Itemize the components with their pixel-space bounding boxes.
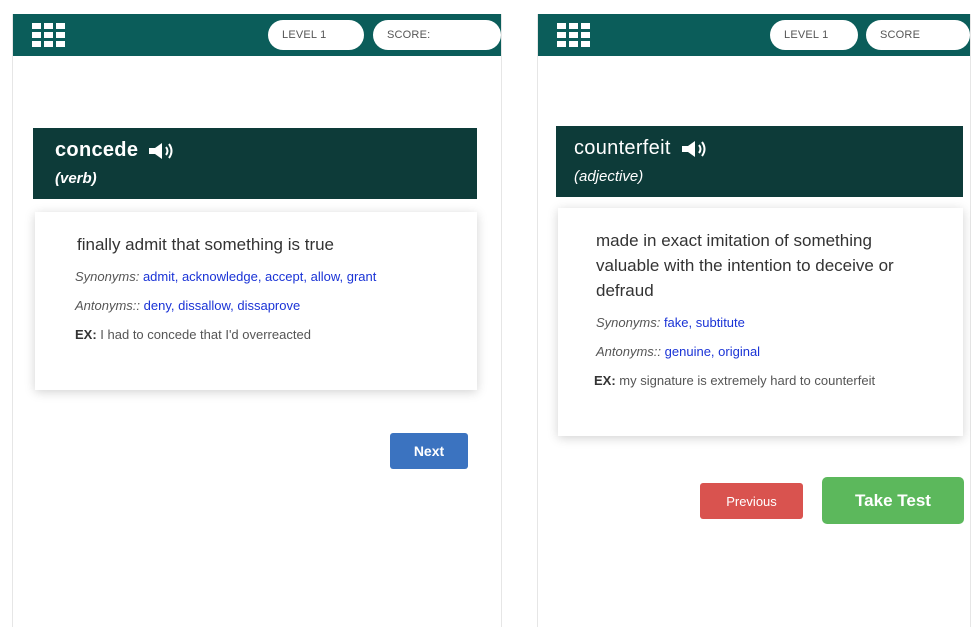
- antonyms-row: Antonyms:: deny, dissallow, dissaprove: [75, 296, 453, 315]
- part-of-speech: (adjective): [574, 168, 644, 185]
- definition-card: finally admit that something is true Syn…: [35, 212, 477, 390]
- definition-text: finally admit that something is true: [77, 235, 335, 254]
- word-header-card: counterfeit (adjective): [556, 126, 963, 197]
- previous-button[interactable]: Previous: [700, 483, 803, 519]
- antonyms-label: Antonyms::: [596, 344, 662, 359]
- synonyms-list[interactable]: fake, subtitute: [664, 315, 745, 330]
- synonyms-row: Synonyms: admit, acknowledge, accept, al…: [75, 267, 453, 286]
- next-button[interactable]: Next: [390, 433, 468, 469]
- synonyms-row: Synonyms: fake, subtitute: [596, 313, 923, 332]
- example-row: EX: I had to concede that I'd overreacte…: [75, 325, 453, 344]
- example-label: EX:: [75, 327, 97, 342]
- word-title: concede: [55, 139, 139, 161]
- antonyms-label: Antonyms::: [75, 298, 141, 313]
- antonyms-list[interactable]: genuine, original: [665, 344, 760, 359]
- score-badge: SCORE:: [373, 20, 501, 50]
- score-badge: SCORE: [866, 20, 970, 50]
- antonyms-row: Antonyms:: genuine, original: [596, 342, 923, 361]
- top-bar: LEVEL 1 SCORE:: [13, 14, 501, 56]
- synonyms-label: Synonyms:: [75, 269, 140, 284]
- example-text: my signature is extremely hard to counte…: [619, 373, 876, 388]
- example-label: EX:: [594, 373, 616, 388]
- word-title: counterfeit: [574, 137, 671, 159]
- definition-card: made in exact imitation of something val…: [558, 208, 963, 436]
- example-row: EX: my signature is extremely hard to co…: [594, 371, 923, 390]
- grid-menu-icon[interactable]: [31, 23, 65, 47]
- definition-text: made in exact imitation of something val…: [596, 231, 894, 300]
- take-test-button[interactable]: Take Test: [822, 477, 964, 524]
- speaker-icon[interactable]: [681, 140, 711, 158]
- speaker-icon[interactable]: [148, 142, 178, 160]
- example-text: I had to concede that I'd overreacted: [100, 327, 311, 342]
- synonyms-list[interactable]: admit, acknowledge, accept, allow, grant: [143, 269, 376, 284]
- synonyms-label: Synonyms:: [596, 315, 661, 330]
- grid-menu-icon[interactable]: [556, 23, 590, 47]
- part-of-speech: (verb): [55, 170, 97, 187]
- level-badge: LEVEL 1: [268, 20, 364, 50]
- level-badge: LEVEL 1: [770, 20, 858, 50]
- top-bar: LEVEL 1 SCORE: [538, 14, 970, 56]
- antonyms-list[interactable]: deny, dissallow, dissaprove: [144, 298, 301, 313]
- word-header-card: concede (verb): [33, 128, 477, 199]
